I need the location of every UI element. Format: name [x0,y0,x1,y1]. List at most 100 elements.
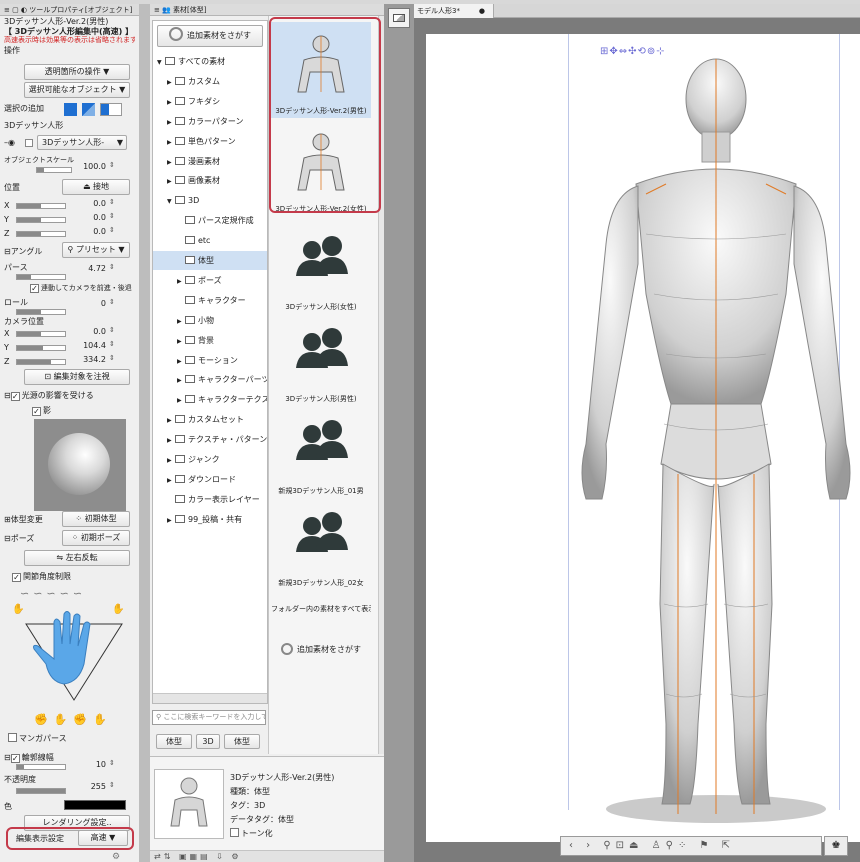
cam-z-value[interactable]: 334.2 [64,355,106,364]
tree-item[interactable]: ▶ キャラクターパーツ [153,370,267,389]
init-pose-button[interactable]: ⁘ 初期ポーズ [62,530,130,546]
material-bottom-toolbar[interactable]: ⇄⇅ ▣▦▤ ⇩ ⚙ [150,850,384,862]
tree-item[interactable]: ▶ ポーズ [153,271,267,290]
tree-item[interactable]: 体型 [153,251,267,270]
tree-item[interactable]: ▶ ダウンロード [153,470,267,489]
tree-item[interactable]: ▶ モーション [153,351,267,370]
tree-arrow-icon[interactable]: ▶ [167,133,175,151]
hand-open-icon[interactable]: ✋ [12,604,24,615]
material-item[interactable]: 3Dデッサン人形(男性) [271,314,371,406]
tree-item[interactable]: ▶ 99_投稿・共有 [153,510,267,529]
tree-arrow-icon[interactable]: ▶ [167,93,175,111]
material-item[interactable]: フォルダー内の素材をすべて表示 [271,596,371,626]
tree-item[interactable]: ▶ テクスチャ・パターン [153,430,267,449]
cam-y-spinner[interactable]: ⇕ [109,340,115,348]
material-item[interactable]: 新規3Dデッサン人形_01男 [271,406,371,498]
opacity-slider[interactable] [16,788,66,794]
material-tab[interactable]: ≡ 👥 素材[体型] [150,4,384,16]
cam-z-slider[interactable] [16,359,66,365]
perspective-spinner[interactable]: ⇕ [109,263,115,271]
tree-arrow-icon[interactable]: ▶ [177,272,185,290]
tree-arrow-icon[interactable]: ▶ [167,113,175,131]
tree-item[interactable]: ▼ 3D [153,191,267,210]
tool-property-tab[interactable]: ≡ ▢ ◐ ツールプロパティ[オブジェクト] [0,4,139,16]
tree-arrow-icon[interactable]: ▶ [167,153,175,171]
tree-arrow-icon[interactable]: ▶ [177,332,185,350]
panel-divider[interactable] [139,4,150,862]
tree-arrow-icon[interactable]: ▶ [177,391,185,409]
tag-3d[interactable]: 3D [196,734,220,749]
manga-perspective-checkbox[interactable]: マンガパース [8,731,135,746]
tree-item[interactable]: キャラクター [153,291,267,310]
search-input[interactable]: ⚲ ここに検索キーワードを入力して [152,710,266,725]
object-scale-spinner[interactable]: ⇕ [109,161,115,169]
outline-width-spinner[interactable]: ⇕ [109,759,115,767]
tone-checkbox[interactable]: トーン化 [230,827,334,841]
cam-x-spinner[interactable]: ⇕ [109,326,115,334]
tree-arrow-icon[interactable]: ▶ [167,431,175,449]
material-item[interactable]: 新規3Dデッサン人形_02女 [271,498,371,590]
tree-item[interactable]: ▶ 漫画素材 [153,152,267,171]
subtract-selection-icon[interactable] [82,103,95,116]
preset-button[interactable]: ⚲ プリセット ▼ [62,242,130,258]
tree-arrow-icon[interactable]: ▶ [167,451,175,469]
cam-x-value[interactable]: 0.0 [64,327,106,336]
eye-icon[interactable]: –◉ [4,138,15,147]
opacity-spinner[interactable]: ⇕ [109,781,115,789]
panel-menu-icon[interactable]: ≡ ▢ ◐ [4,6,29,14]
tree-item[interactable]: ▶ カスタム [153,72,267,91]
roll-spinner[interactable]: ⇕ [109,298,115,306]
launcher-settings-icon[interactable]: ♚ [824,836,848,856]
y-slider[interactable] [16,217,66,223]
tag-body[interactable]: 体型 [156,734,192,749]
tree-arrow-icon[interactable]: ▶ [167,511,175,529]
tree-item[interactable]: etc [153,231,267,250]
tree-arrow-icon[interactable]: ▶ [177,352,185,370]
tree-item[interactable]: ▶ カスタムセット [153,410,267,429]
navigator-icon[interactable] [388,8,410,28]
object-scale-slider[interactable] [36,167,72,173]
shadow-checkbox[interactable]: ✓ 影 [32,403,135,418]
camera-link-checkbox[interactable]: ✓ 連動してカメラを前進・後退 [30,281,135,296]
tree-arrow-icon[interactable]: ▼ [167,192,175,210]
tree-horizontal-scrollbar[interactable] [153,693,267,703]
z-slider[interactable] [16,231,66,237]
tree-item[interactable]: ▶ 単色パターン [153,132,267,151]
tree-item[interactable]: ▶ キャラクターテクスチャ [153,390,267,409]
tree-item[interactable]: カラー表示レイヤー [153,490,267,509]
add-selection-icon[interactable] [64,103,77,116]
document-tab[interactable]: モデル人形3* ● [414,4,494,18]
hand-pose-presets[interactable]: ∽∽∽∽∽ [20,587,86,600]
z-spinner[interactable]: ⇕ [109,226,115,234]
panel-menu-icon-2[interactable]: ≡ [154,6,162,14]
roll-value[interactable]: 0 [64,299,106,308]
y-value[interactable]: 0.0 [64,213,106,222]
opacity-value[interactable]: 255 [64,782,106,791]
perspective-slider[interactable] [16,274,66,280]
light-sphere-icon[interactable] [48,433,110,495]
tree-item[interactable]: パース定規作成 [153,211,267,230]
tag-body-2[interactable]: 体型 [224,734,260,749]
tree-item[interactable]: ▶ 背景 [153,331,267,350]
transparent-op-dropdown[interactable]: 透明箇所の操作 ▼ [24,64,130,80]
lock-icon[interactable] [25,139,33,147]
cam-y-slider[interactable] [16,345,66,351]
tree-item[interactable]: ▼ すべての素材 [153,52,267,71]
x-slider[interactable] [16,203,66,209]
y-spinner[interactable]: ⇕ [109,212,115,220]
ground-button[interactable]: ⏏ 接地 [62,179,130,195]
model-dropdown[interactable]: 3Dデッサン人形- ▼ [37,135,127,150]
tree-arrow-icon[interactable]: ▼ [157,53,165,71]
tree-arrow-icon[interactable]: ▶ [177,312,185,330]
object-scale-value[interactable]: 100.0 [70,162,106,171]
outline-width-value[interactable]: 10 [64,760,106,769]
focus-target-button[interactable]: ⊡ 編集対象を注視 [24,369,130,385]
outline-color-swatch[interactable] [64,800,126,810]
tree-arrow-icon[interactable]: ▶ [177,371,185,389]
3d-mannequin-model[interactable] [566,44,860,834]
cam-y-value[interactable]: 104.4 [64,341,106,350]
tree-item[interactable]: ▶ ジャンク [153,450,267,469]
outline-width-slider[interactable] [16,764,66,770]
tree-arrow-icon[interactable]: ▶ [167,73,175,91]
light-checkbox[interactable]: ⊟✓ 光源の影響を受ける [4,388,135,403]
